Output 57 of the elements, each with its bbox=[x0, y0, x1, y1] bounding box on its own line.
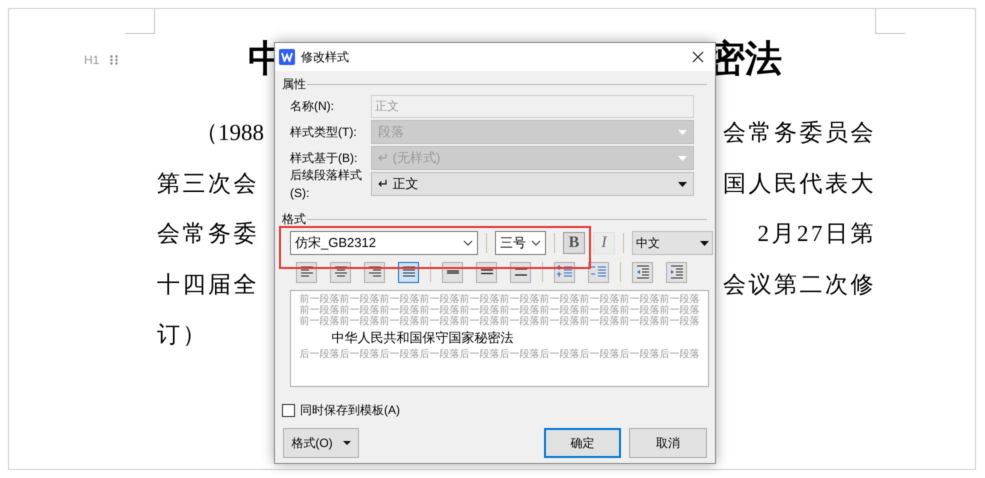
field-label: 名称(N): bbox=[289, 98, 335, 115]
align-center-button[interactable] bbox=[330, 262, 351, 282]
line-spacing-icon bbox=[446, 270, 458, 274]
field-label: 样式类型(T): bbox=[289, 124, 358, 141]
font-size-dropdown[interactable]: 三号 bbox=[495, 231, 546, 255]
line-spacing-icon bbox=[514, 268, 526, 276]
preview-sample-text: 中华人民共和国保守国家秘密法 bbox=[332, 330, 514, 345]
style-dropdown[interactable]: ↵ 正文 bbox=[371, 172, 694, 196]
preview-placeholder-text: 前一段落前一段落前一段落前一段落前一段落前一段落前一段落前一段落前一段落前一段落 bbox=[300, 316, 700, 327]
paragraph-spacing-button[interactable] bbox=[588, 262, 609, 282]
heading-marker: H1 bbox=[84, 52, 100, 69]
dropdown-arrow-icon bbox=[700, 240, 709, 246]
drag-handle-icon[interactable] bbox=[110, 55, 118, 65]
preview-placeholder-text: 后一段落后一段落后一段落后一段落后一段落后一段落后一段落后一段落后一段落后一段落 bbox=[300, 349, 700, 360]
group-label: 格式 bbox=[282, 211, 306, 228]
body-text: 十四届全 bbox=[157, 270, 259, 298]
preview-placeholder-text: 前一段落前一段落前一段落前一段落前一段落前一段落前一段落前一段落前一段落前一段落 bbox=[300, 294, 700, 305]
field-label: 样式基于(B): bbox=[289, 150, 358, 167]
align-left-button[interactable] bbox=[296, 262, 317, 282]
body-text: 订） bbox=[157, 321, 208, 349]
italic-button[interactable]: I bbox=[593, 232, 615, 254]
body-text: 会常务委 bbox=[157, 220, 259, 248]
bold-button[interactable]: B bbox=[563, 232, 585, 254]
language-dropdown[interactable]: 中文 bbox=[632, 231, 713, 255]
body-text: 第三次会 bbox=[157, 170, 259, 198]
outdent-button[interactable] bbox=[632, 262, 653, 282]
dropdown-arrow-icon bbox=[677, 182, 687, 186]
chevron-down-icon bbox=[463, 240, 473, 246]
body-text: 会常务委员会 bbox=[723, 119, 876, 147]
name-field: 正文 bbox=[371, 94, 694, 118]
line-spacing-button[interactable] bbox=[510, 262, 531, 282]
justify-button[interactable] bbox=[398, 262, 419, 282]
line-spacing-icon bbox=[480, 269, 492, 275]
format-menu-button[interactable]: 格式(O) bbox=[283, 428, 359, 458]
dropdown-arrow-icon bbox=[677, 156, 687, 160]
indent-button[interactable] bbox=[666, 262, 687, 282]
line-spacing-button[interactable] bbox=[476, 262, 497, 282]
preview-placeholder-text: 前一段落前一段落前一段落前一段落前一段落前一段落前一段落前一段落前一段落前一段落 bbox=[300, 305, 700, 316]
checkbox[interactable] bbox=[282, 404, 295, 416]
body-text: （1988 bbox=[195, 119, 264, 147]
paragraph-spacing-button[interactable] bbox=[554, 262, 575, 282]
dropdown-arrow-icon bbox=[677, 130, 687, 134]
align-right-button[interactable] bbox=[364, 262, 385, 282]
group-label: 属性 bbox=[282, 76, 306, 93]
body-text: 2月27日第 bbox=[758, 220, 876, 248]
ok-button[interactable]: 确定 bbox=[544, 428, 621, 458]
body-text: 会议第二次修 bbox=[723, 270, 876, 298]
line-spacing-button[interactable] bbox=[442, 262, 463, 282]
app-logo-icon bbox=[279, 49, 295, 65]
font-dropdown[interactable]: 仿宋_GB2312 bbox=[290, 231, 478, 255]
cancel-button[interactable]: 取消 bbox=[629, 428, 707, 458]
checkbox-label: 同时保存到模板(A) bbox=[300, 402, 400, 419]
body-text: 国人民代表大 bbox=[723, 170, 876, 198]
field-label: 后续段落样式(S): bbox=[289, 167, 363, 202]
window-title: 修改样式 bbox=[301, 49, 349, 66]
chevron-down-icon bbox=[531, 240, 541, 246]
dropdown-arrow-icon bbox=[342, 441, 351, 445]
